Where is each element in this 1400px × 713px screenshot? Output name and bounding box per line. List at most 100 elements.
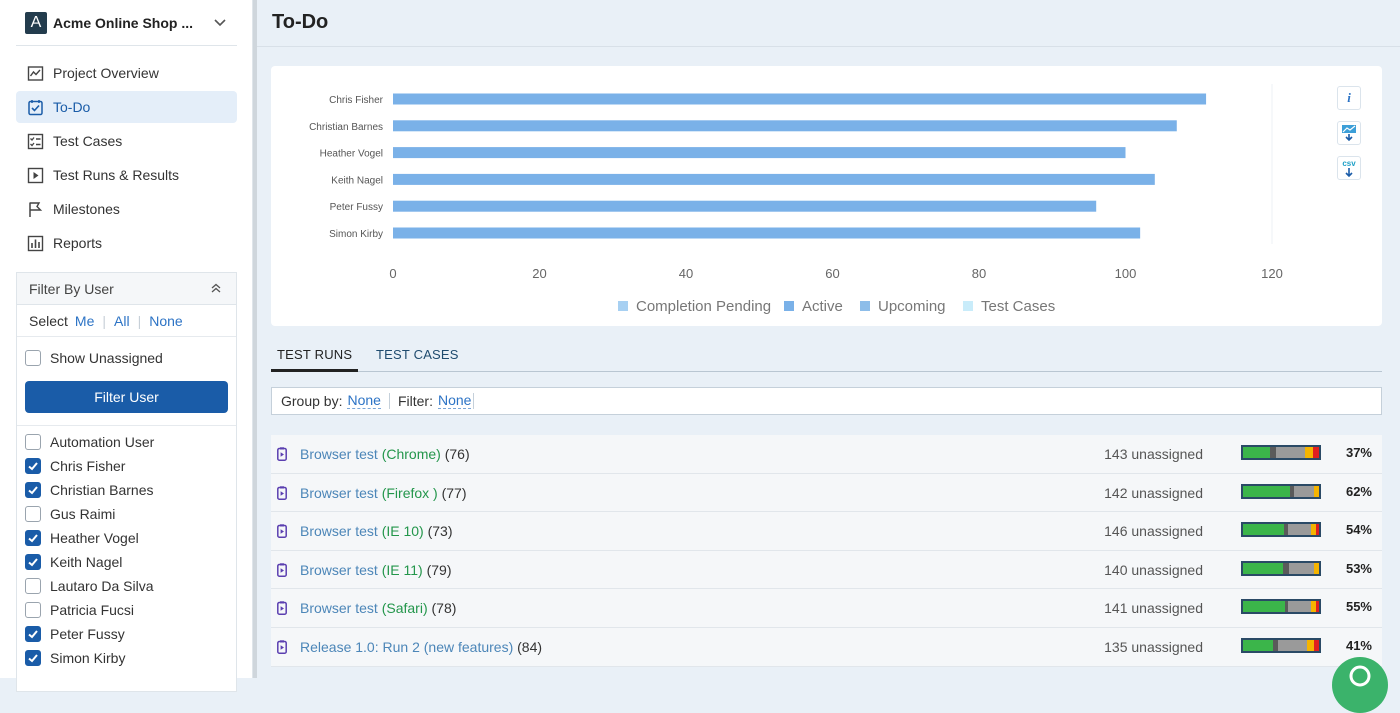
user-option[interactable]: Lautaro Da Silva <box>17 574 236 598</box>
show-unassigned-checkbox[interactable] <box>25 350 41 366</box>
chart-info-button[interactable]: i <box>1337 86 1361 110</box>
progress-segment <box>1287 601 1311 613</box>
test-run-row: Browser test (Safari) (78) 141 unassigned… <box>271 589 1382 628</box>
sidebar-item-todo[interactable]: To-Do <box>16 91 237 123</box>
progress-segment <box>1312 447 1319 458</box>
user-option[interactable]: Patricia Fucsi <box>17 598 236 622</box>
run-count: (84) <box>517 638 543 655</box>
category-label: Simon Kirby <box>329 229 383 240</box>
run-config: (Firefox ) <box>381 484 438 501</box>
progress-segment <box>1293 485 1314 497</box>
progress-segment <box>1315 601 1319 613</box>
tab-test-cases[interactable]: TEST CASES <box>376 347 459 362</box>
download-image-button[interactable] <box>1337 121 1361 145</box>
select-all-link[interactable]: All <box>114 313 130 329</box>
user-option[interactable]: Gus Raimi <box>17 502 236 526</box>
test-run-icon <box>277 601 287 616</box>
test-run-link[interactable]: Browser test (IE 10) (73) <box>300 523 453 539</box>
group-by-dropdown[interactable]: None <box>347 393 381 409</box>
select-users-row: Select Me | All | None <box>17 305 236 337</box>
help-button[interactable] <box>1332 657 1388 713</box>
show-unassigned-option[interactable]: Show Unassigned <box>17 346 236 370</box>
progress-segment <box>1243 447 1270 458</box>
run-count: (76) <box>444 446 470 462</box>
progress-segment <box>1269 447 1277 458</box>
user-checkbox[interactable] <box>25 482 41 498</box>
sidebar-item-project-overview[interactable]: Project Overview <box>16 57 237 89</box>
download-csv-button[interactable]: csv <box>1337 156 1361 180</box>
sidebar-item-test-cases[interactable]: Test Cases <box>16 125 237 157</box>
legend-label: Test Cases <box>981 298 1055 315</box>
user-option[interactable]: Simon Kirby <box>17 646 236 670</box>
user-option[interactable]: Keith Nagel <box>17 550 236 574</box>
project-name: Acme Online Shop ... <box>53 14 194 31</box>
filter-label: Filter: <box>397 393 433 409</box>
x-tick-label: 0 <box>389 266 396 281</box>
sidebar-item-label: Reports <box>53 235 103 251</box>
user-checkbox[interactable] <box>25 554 41 570</box>
user-checkbox[interactable] <box>25 578 41 594</box>
user-checkbox[interactable] <box>25 506 41 522</box>
run-config: (IE 11) <box>381 561 423 578</box>
user-option[interactable]: Automation User <box>17 430 236 454</box>
user-option[interactable]: Chris Fisher <box>17 454 236 478</box>
sidebar-item-test-runs[interactable]: Test Runs & Results <box>16 159 237 191</box>
test-run-link[interactable]: Browser test (Chrome) (76) <box>300 446 470 462</box>
test-run-link[interactable]: Browser test (Firefox ) (77) <box>300 485 467 501</box>
test-run-link[interactable]: Browser test (IE 11) (79) <box>300 562 451 578</box>
run-percent: 41% <box>1345 637 1372 653</box>
unassigned-count: 141 unassigned <box>1104 600 1203 617</box>
test-run-icon <box>277 447 287 461</box>
user-checkbox[interactable] <box>25 458 41 474</box>
tab-test-runs[interactable]: TEST RUNS <box>277 347 352 362</box>
sidebar-item-label: To-Do <box>53 99 91 115</box>
sidebar-item-label: Project Overview <box>53 65 159 81</box>
test-run-link[interactable]: Browser test (Safari) (78) <box>300 600 456 616</box>
filter-panel-title: Filter By User <box>29 280 114 297</box>
project-selector[interactable]: A Acme Online Shop ... <box>16 0 237 46</box>
sidebar-item-milestones[interactable]: Milestones <box>16 193 237 225</box>
select-none-link[interactable]: None <box>149 313 182 329</box>
bar <box>393 173 1155 185</box>
run-config: (Safari) <box>381 600 428 617</box>
test-run-row: Release 1.0: Run 2 (new features) (84) 13… <box>271 627 1382 667</box>
run-percent: 37% <box>1345 445 1372 460</box>
legend-swatch <box>784 301 794 311</box>
unassigned-count: 135 unassigned <box>1104 638 1203 655</box>
category-label: Chris Fisher <box>329 95 384 106</box>
user-checkbox[interactable] <box>25 602 41 618</box>
user-checkbox[interactable] <box>25 626 41 642</box>
run-progress-bar <box>1241 637 1321 653</box>
x-tick-label: 60 <box>825 266 839 281</box>
user-option[interactable]: Christian Barnes <box>17 478 236 502</box>
test-run-row: Browser test (Firefox ) (77) 142 unassign… <box>271 473 1382 513</box>
user-checkbox[interactable] <box>25 650 41 666</box>
sidebar-scrollbar[interactable] <box>253 0 257 678</box>
bar <box>393 147 1126 159</box>
user-option[interactable]: Heather Vogel <box>17 526 236 550</box>
help-icon <box>1349 665 1371 687</box>
select-me-link[interactable]: Me <box>75 313 94 329</box>
filter-dropdown[interactable]: None <box>437 393 472 409</box>
filter-user-button[interactable]: Filter User <box>25 381 228 413</box>
progress-segment <box>1314 639 1319 651</box>
legend-label: Upcoming <box>878 298 946 315</box>
user-checkbox[interactable] <box>25 434 41 450</box>
user-name: Automation User <box>50 434 155 450</box>
bar <box>393 227 1141 239</box>
play-icon <box>27 167 44 183</box>
filter-panel-header[interactable]: Filter By User <box>17 273 236 305</box>
chevron-double-up-icon[interactable] <box>210 282 222 294</box>
sidebar-item-reports[interactable]: Reports <box>16 227 237 259</box>
info-icon: i <box>1347 90 1351 105</box>
run-config: (IE 10) <box>381 523 424 540</box>
category-label: Christian Barnes <box>309 122 383 133</box>
user-checkbox[interactable] <box>25 530 41 546</box>
results-tabs: TEST RUNS TEST CASES <box>271 343 1382 372</box>
user-option[interactable]: Peter Fussy <box>17 622 236 646</box>
progress-segment <box>1313 485 1319 497</box>
user-name: Lautaro Da Silva <box>50 578 154 594</box>
run-percent: 53% <box>1345 560 1372 576</box>
user-name: Chris Fisher <box>50 458 126 474</box>
test-run-link[interactable]: Release 1.0: Run 2 (new features) (84) <box>300 639 542 655</box>
